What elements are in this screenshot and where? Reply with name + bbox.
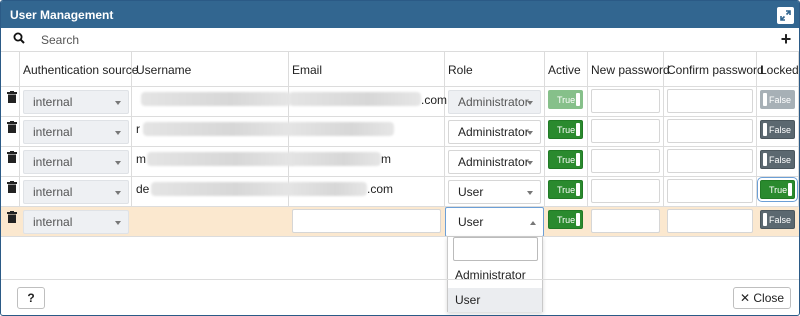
new-password-field[interactable] xyxy=(591,149,660,173)
trash-icon[interactable] xyxy=(7,151,17,163)
search-bar: + xyxy=(1,28,799,52)
table-row-new: internal User True False xyxy=(1,207,799,237)
email-cell[interactable]: m xyxy=(381,152,391,166)
role-value: Administrator xyxy=(458,95,529,109)
email-field[interactable] xyxy=(292,209,441,233)
role-select[interactable]: User xyxy=(448,180,541,204)
confirm-password-field[interactable] xyxy=(667,119,753,143)
role-select[interactable]: User xyxy=(445,207,544,237)
new-password-field[interactable] xyxy=(591,179,660,203)
header-email[interactable]: Email xyxy=(292,63,322,77)
header-locked[interactable]: Locked xyxy=(760,63,799,77)
auth-source-select[interactable]: internal xyxy=(23,90,129,114)
auth-source-select[interactable]: internal xyxy=(23,120,129,144)
email-cell[interactable]: .com xyxy=(367,182,393,196)
dialog-footer: ? ✕ Close xyxy=(1,279,799,315)
dialog-title: User Management xyxy=(10,8,114,22)
auth-source-value: internal xyxy=(33,125,73,139)
username-cell[interactable]: de xyxy=(136,182,149,196)
user-management-dialog: User Management + Authentication source … xyxy=(0,0,800,316)
close-label: Close xyxy=(753,291,785,305)
username-cell[interactable]: m xyxy=(136,152,146,166)
active-toggle[interactable]: True xyxy=(548,150,583,169)
chevron-down-icon xyxy=(527,101,533,105)
role-value: User xyxy=(458,215,484,229)
maximize-button[interactable] xyxy=(777,7,794,24)
dropdown-search-input[interactable] xyxy=(453,237,538,261)
table-row: internal .com Administrator True False xyxy=(1,87,799,117)
table-row: internal de .com User True True xyxy=(1,177,799,207)
auth-source-select[interactable]: internal xyxy=(23,210,129,234)
header-username[interactable]: Username xyxy=(136,63,191,77)
header-active[interactable]: Active xyxy=(548,63,581,77)
active-toggle[interactable]: True xyxy=(548,90,583,109)
chevron-down-icon xyxy=(115,191,121,195)
expand-icon xyxy=(780,10,791,21)
header-role[interactable]: Role xyxy=(448,63,473,77)
search-input[interactable] xyxy=(33,31,433,49)
confirm-password-field[interactable] xyxy=(667,179,753,203)
username-cell[interactable]: r xyxy=(136,122,140,136)
active-toggle[interactable]: True xyxy=(548,210,583,229)
chevron-down-icon xyxy=(527,131,533,135)
active-toggle[interactable]: True xyxy=(548,180,583,199)
add-user-button[interactable]: + xyxy=(777,29,795,49)
locked-toggle[interactable]: True xyxy=(757,177,798,202)
trash-icon[interactable] xyxy=(7,211,17,223)
locked-toggle[interactable]: False xyxy=(760,120,795,139)
locked-toggle[interactable]: False xyxy=(760,210,795,229)
trash-icon[interactable] xyxy=(7,121,17,133)
chevron-down-icon xyxy=(115,101,121,105)
new-password-field[interactable] xyxy=(591,89,660,113)
email-cell[interactable]: .com xyxy=(421,93,447,107)
table-row: internal r Administrator True False xyxy=(1,117,799,147)
header-new-password[interactable]: New password xyxy=(591,63,670,77)
close-icon: ✕ xyxy=(739,291,751,305)
role-select[interactable]: Administrator xyxy=(448,120,541,144)
auth-source-select[interactable]: internal xyxy=(23,180,129,204)
help-button[interactable]: ? xyxy=(17,287,45,309)
auth-source-value: internal xyxy=(33,155,73,169)
confirm-password-field[interactable] xyxy=(667,209,753,233)
header-confirm-password[interactable]: Confirm password xyxy=(667,63,764,77)
confirm-password-field[interactable] xyxy=(667,89,753,113)
new-password-field[interactable] xyxy=(591,209,660,233)
search-icon xyxy=(13,32,25,44)
trash-icon[interactable] xyxy=(7,91,17,103)
chevron-down-icon xyxy=(115,221,121,225)
role-value: User xyxy=(458,185,484,199)
new-password-field[interactable] xyxy=(591,119,660,143)
auth-source-select[interactable]: internal xyxy=(23,150,129,174)
chevron-down-icon xyxy=(115,161,121,165)
chevron-up-icon xyxy=(530,221,536,225)
close-button[interactable]: ✕ Close xyxy=(733,287,791,309)
locked-toggle[interactable]: False xyxy=(760,90,795,109)
active-toggle[interactable]: True xyxy=(548,120,583,139)
locked-toggle[interactable]: False xyxy=(760,150,795,169)
trash-icon[interactable] xyxy=(7,181,17,193)
role-select[interactable]: Administrator xyxy=(448,90,541,114)
dialog-titlebar[interactable]: User Management xyxy=(1,1,799,28)
header-auth-source[interactable]: Authentication source xyxy=(23,63,138,77)
role-select[interactable]: Administrator xyxy=(448,150,541,174)
confirm-password-field[interactable] xyxy=(667,149,753,173)
auth-source-value: internal xyxy=(33,185,73,199)
role-value: Administrator xyxy=(458,155,529,169)
role-value: Administrator xyxy=(458,125,529,139)
chevron-down-icon xyxy=(527,191,533,195)
chevron-down-icon xyxy=(115,131,121,135)
chevron-down-icon xyxy=(527,161,533,165)
auth-source-value: internal xyxy=(33,215,73,229)
table-row: internal m m Administrator True False xyxy=(1,147,799,177)
auth-source-value: internal xyxy=(33,95,73,109)
